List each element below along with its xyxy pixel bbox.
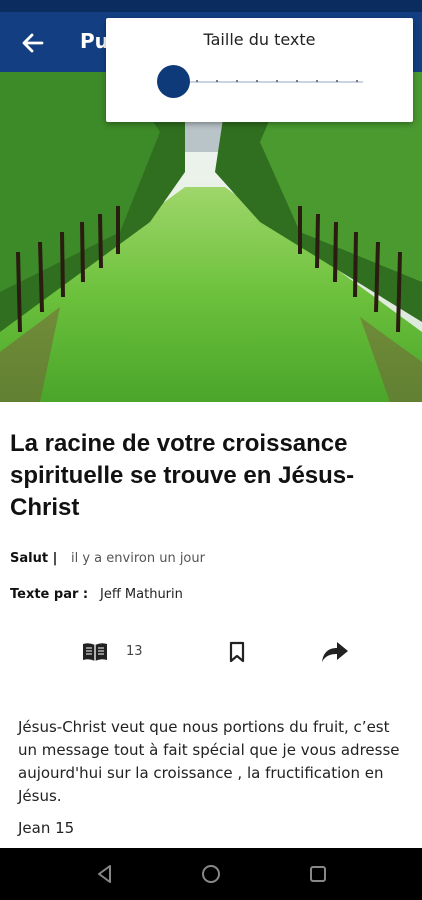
author-label: Texte par :	[10, 587, 89, 602]
back-arrow-icon[interactable]	[18, 28, 48, 58]
slider-tick	[236, 80, 238, 82]
text-size-popup: Taille du texte	[106, 18, 413, 122]
slider-tick	[356, 80, 358, 82]
slider-tick	[316, 80, 318, 82]
slider-tick	[296, 80, 298, 82]
app-title: Pu	[80, 29, 109, 53]
share-icon[interactable]	[320, 636, 350, 668]
article-body: Jésus-Christ veut que nous portions du f…	[18, 718, 400, 805]
text-size-slider-track[interactable]	[176, 81, 363, 83]
author-name: Jeff Mathurin	[100, 587, 183, 602]
slider-tick	[336, 80, 338, 82]
bookmark-icon[interactable]	[222, 636, 252, 668]
scripture-reference: Jean 15	[18, 819, 75, 837]
slider-tick	[256, 80, 258, 82]
system-nav-bar	[0, 848, 422, 900]
article-title: La racine de votre croissance spirituell…	[10, 430, 355, 521]
nav-home-icon[interactable]	[200, 863, 222, 885]
category-label: Salut |	[10, 551, 58, 566]
slider-tick	[276, 80, 278, 82]
article-actions: 13	[0, 636, 422, 668]
slider-tick	[216, 80, 218, 82]
read-count: 13	[126, 644, 143, 659]
status-bar	[0, 0, 422, 12]
slider-tick	[196, 80, 198, 82]
nav-recents-icon[interactable]	[307, 863, 329, 885]
book-icon[interactable]	[80, 636, 110, 668]
publish-time: il y a environ un jour	[71, 551, 205, 566]
nav-back-icon[interactable]	[94, 863, 116, 885]
popup-title: Taille du texte	[203, 30, 316, 49]
text-size-slider-thumb[interactable]	[157, 65, 190, 98]
